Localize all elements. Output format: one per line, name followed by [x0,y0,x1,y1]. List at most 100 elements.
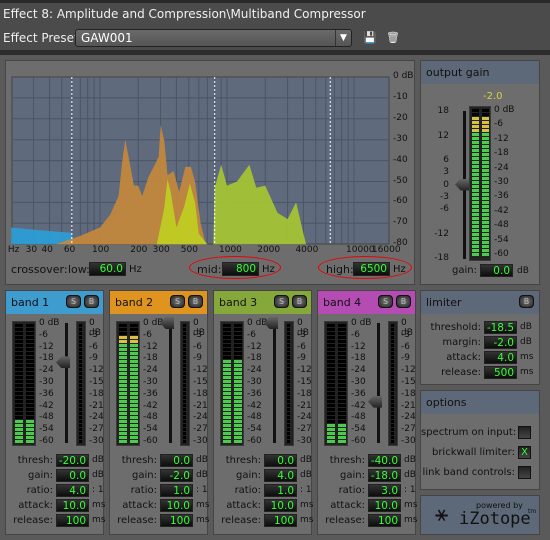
solo-button[interactable]: S [66,295,81,308]
bypass-button[interactable]: B [84,295,99,308]
meter-segment [391,400,394,403]
attack-input[interactable]: 10.0 [160,499,193,512]
release-input[interactable]: 100 [264,514,297,527]
bypass-button[interactable]: B [396,295,411,308]
meter-segment [26,328,34,331]
meter-segment [391,376,394,379]
release-label: release: [221,515,261,526]
meter-segment [15,404,23,407]
output-gain-label: gain: [452,265,477,276]
level-meter [324,321,348,446]
meter-segment [338,392,346,395]
limiter-2-input[interactable]: 4.0 [484,351,517,364]
save-icon[interactable]: 💾 [363,31,377,44]
output-gain-input[interactable]: 0.0 [480,264,513,277]
gain-reduction-meter [284,321,294,446]
thresh-input[interactable]: -20.0 [56,454,89,467]
db-tick-label: -60 [393,196,408,207]
trash-icon[interactable]: 🗑 [386,31,400,44]
option-checkbox[interactable] [518,466,531,479]
limiter-bypass-button[interactable]: B [519,295,534,308]
threshold-slider-track[interactable] [169,323,172,443]
limiter-1-input[interactable]: -2.0 [484,336,517,349]
meter-segment [79,384,82,387]
preset-dropdown[interactable]: GAW001 ▼ [75,29,352,47]
meter-segment [183,428,186,431]
meter-segment [234,420,242,423]
crossover-low-input[interactable]: 60.0 [89,262,126,276]
ratio-input[interactable]: 4.0 [56,484,89,497]
release-input[interactable]: 100 [368,514,401,527]
annotation-ellipse [189,256,281,279]
ratio-input[interactable]: 1.0 [160,484,193,497]
threshold-slider-thumb[interactable] [56,356,70,369]
meter-segment [15,432,23,435]
meter-segment [119,436,127,439]
solo-button[interactable]: S [378,295,393,308]
meter-segment [327,436,335,439]
spectrum-display[interactable] [0,60,415,260]
meter-segment [79,408,82,411]
meter-segment [482,125,489,128]
threshold-slider-track[interactable] [273,323,276,443]
meter-segment [472,253,479,256]
meter-segment [119,404,127,407]
limiter-3-input[interactable]: 500 [484,366,517,379]
threshold-slider-track[interactable] [377,323,380,443]
release-input[interactable]: 100 [56,514,89,527]
meter-segment [183,396,186,399]
meter-segment [327,424,335,427]
meter-scale-label: -24 [39,365,54,376]
gain-input[interactable]: 4.0 [264,469,297,482]
db-tick-label: -50 [393,175,408,186]
output-meter-scale-label: -12 [494,133,509,144]
meter-scale-label: -60 [39,436,54,446]
meter-segment [234,412,242,415]
meter-segment [234,324,242,327]
bypass-button[interactable]: B [292,295,307,308]
attack-input[interactable]: 10.0 [56,499,89,512]
thresh-input[interactable]: 0.0 [160,454,193,467]
window-title: Effect 8: Amplitude and Compression\Mult… [0,0,550,28]
meter-segment [183,440,186,443]
frequency-tick-label: 1000 [219,245,242,255]
release-input[interactable]: 100 [160,514,193,527]
meter-segment [338,380,346,383]
meter-segment [472,113,479,116]
meter-segment [119,440,127,443]
thresh-input[interactable]: -40.0 [368,454,401,467]
option-checkbox[interactable]: X [518,446,531,459]
solo-button[interactable]: S [170,295,185,308]
attack-input[interactable]: 10.0 [368,499,401,512]
bypass-button[interactable]: B [188,295,203,308]
solo-button[interactable]: S [274,295,289,308]
meter-segment [183,340,186,343]
ratio-input[interactable]: 3.0 [368,484,401,497]
gain-input[interactable]: -2.0 [160,469,193,482]
ratio-input[interactable]: 1.0 [264,484,297,497]
output-gain-slider-thumb[interactable] [455,178,469,191]
meter-segment [472,161,479,164]
meter-segment [391,352,394,355]
attack-input[interactable]: 10.0 [264,499,297,512]
ratio-unit: : 1 [300,485,312,495]
threshold-slider-track[interactable] [65,323,68,443]
limiter-0-input[interactable]: -18.5 [484,321,517,334]
gr-scale-label: -24 [193,412,208,423]
meter-segment [482,157,489,160]
gain-input[interactable]: -18.0 [368,469,401,482]
chevron-down-icon[interactable]: ▼ [335,30,351,46]
meter-segment [287,372,290,375]
meter-segment [287,440,290,443]
meter-segment [391,436,394,439]
gr-scale-label: -15 [297,377,312,387]
meter-segment [119,392,127,395]
gain-input[interactable]: 0.0 [56,469,89,482]
gain-reduction-meter [388,321,398,446]
option-checkbox[interactable] [518,426,531,439]
meter-scale-label: -30 [247,377,262,387]
thresh-input[interactable]: 0.0 [264,454,297,467]
meter-segment [15,372,23,375]
meter-segment [338,384,346,387]
threshold-slider-thumb[interactable] [368,395,382,408]
